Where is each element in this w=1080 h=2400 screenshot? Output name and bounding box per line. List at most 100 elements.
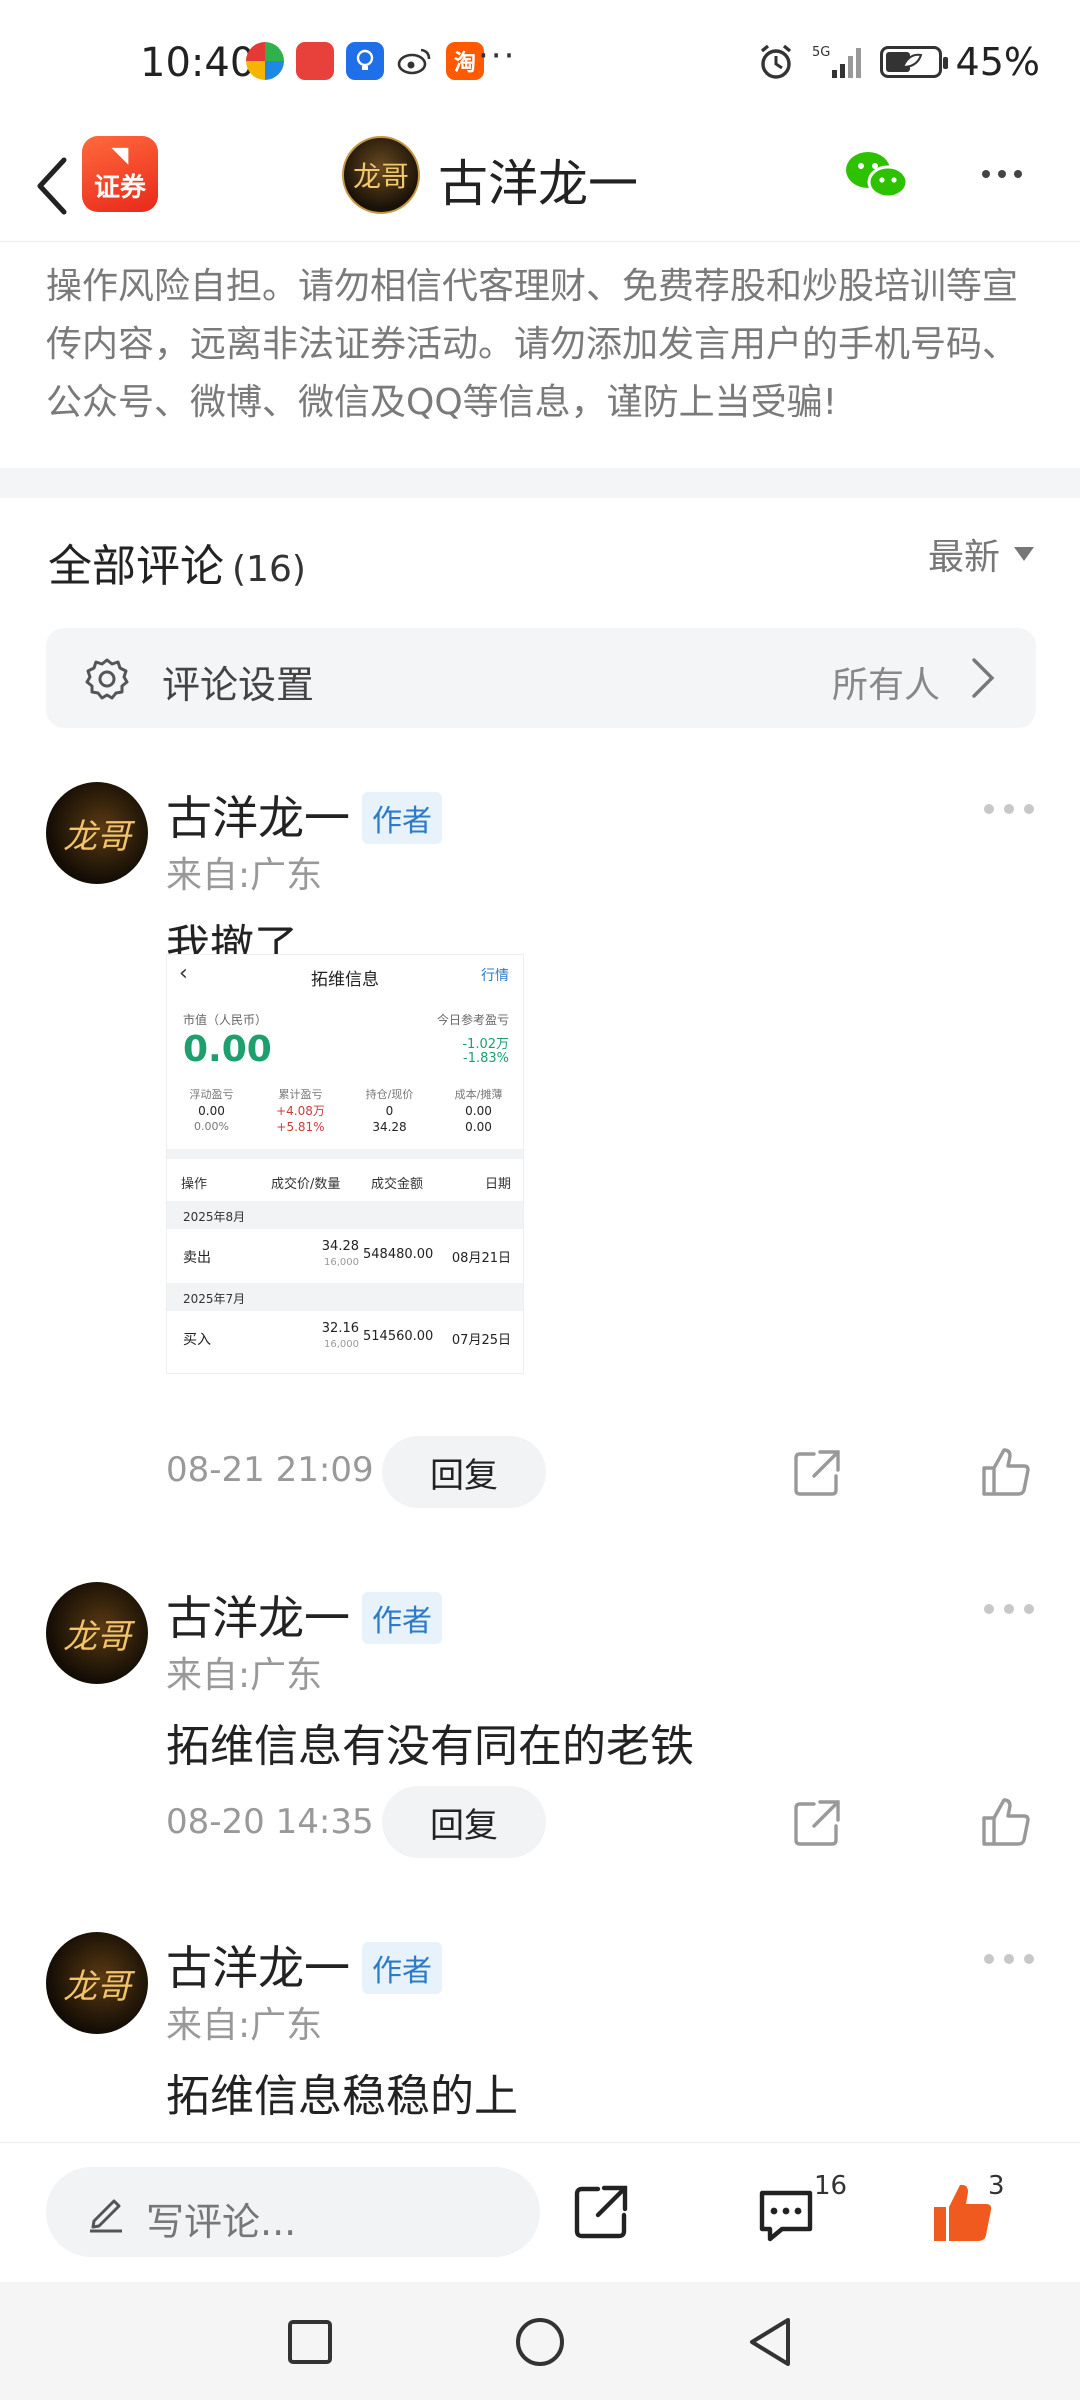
- brokerage-logo[interactable]: ◥ 证券: [82, 136, 158, 212]
- write-comment-placeholder: 写评论...: [146, 2200, 297, 2244]
- trade-price: 34.28: [321, 1239, 359, 1254]
- weibo-icon: [396, 42, 434, 80]
- stat-cell: 浮动盈亏 0.00 0.00%: [167, 1087, 256, 1135]
- comment-author[interactable]: 古洋龙一: [166, 1932, 350, 1998]
- comment-settings-bar[interactable]: 评论设置 所有人: [46, 628, 1036, 728]
- dot: [1004, 1604, 1014, 1614]
- ref-pnl-percent: -1.83%: [463, 1051, 509, 1066]
- comment-count: 16: [814, 2171, 848, 2201]
- stat-sub: 0.00: [465, 1120, 492, 1134]
- thumbs-up-icon[interactable]: [978, 1794, 1034, 1850]
- share-icon[interactable]: [790, 1796, 844, 1850]
- dot: [1024, 1954, 1034, 1964]
- signal-icon: 5G: [812, 45, 861, 78]
- home-button[interactable]: [510, 2312, 570, 2372]
- position-stats: 浮动盈亏 0.00 0.00% 累计盈亏 +4.08万 +5.81% 持仓/现价…: [167, 1087, 523, 1135]
- dot: [1004, 804, 1014, 814]
- stat-value: +4.08万: [276, 1104, 325, 1118]
- thumbs-up-icon[interactable]: [978, 1444, 1034, 1500]
- stat-sub: 0.00%: [194, 1120, 229, 1133]
- huawei-app-icon: [296, 42, 334, 80]
- logo-text: 证券: [93, 172, 146, 203]
- col-price-qty: 成交价/数量: [271, 1177, 341, 1192]
- stat-label: 浮动盈亏: [189, 1088, 234, 1101]
- comments-title: 全部评论 (16): [48, 530, 306, 594]
- dot: [984, 1604, 994, 1614]
- col-date: 日期: [484, 1177, 511, 1192]
- comment-location: 来自:广东: [166, 1655, 323, 1696]
- trade-amount: 514560.00: [363, 1329, 434, 1344]
- dot: [998, 170, 1006, 178]
- page-title[interactable]: 古洋龙一: [438, 144, 638, 216]
- more-options-button[interactable]: [972, 154, 1032, 194]
- write-comment-input[interactable]: 写评论...: [46, 2167, 540, 2257]
- market-value-label: 市值（人民币）: [183, 1013, 268, 1027]
- stat-cell: 累计盈亏 +4.08万 +5.81%: [256, 1087, 345, 1135]
- trade-price: 32.16: [321, 1321, 359, 1336]
- dot: [1024, 1604, 1034, 1614]
- comment-more-button[interactable]: [984, 1954, 1034, 1964]
- avatar[interactable]: 龙哥: [46, 1582, 148, 1684]
- trade-row: 卖出 34.28 16,000 548480.00 08月21日: [167, 1231, 523, 1281]
- back-nav-button[interactable]: [740, 2312, 800, 2372]
- caret-down-icon: [1014, 547, 1034, 561]
- comment-time: 08-20 14:35: [166, 1802, 374, 1842]
- ref-pnl-value: -1.02万: [462, 1037, 509, 1052]
- notification-more: ···: [478, 36, 517, 76]
- stat-label: 成本/摊薄: [454, 1088, 503, 1101]
- reply-button[interactable]: 回复: [382, 1436, 546, 1508]
- wechat-share-button[interactable]: [842, 146, 912, 206]
- stat-sub: +5.81%: [276, 1120, 325, 1134]
- notification-icons: 淘: [246, 42, 484, 80]
- comment-text: 拓维信息稳稳的上: [166, 2071, 518, 2122]
- battery-icon: [879, 46, 948, 78]
- alarm-icon: [760, 44, 791, 79]
- trade-amount: 548480.00: [363, 1247, 434, 1262]
- author-avatar[interactable]: 龙哥: [342, 136, 420, 214]
- trade-op: 买入: [183, 1332, 211, 1348]
- sort-label: 最新: [927, 537, 1000, 578]
- top-nav: ◥ 证券 龙哥 古洋龙一: [0, 130, 1080, 242]
- avatar[interactable]: 龙哥: [46, 782, 148, 884]
- comment-author[interactable]: 古洋龙一: [166, 1582, 350, 1648]
- share-icon[interactable]: [572, 2183, 630, 2241]
- trade-row: 买入 32.16 16,000 514560.00 07月25日: [167, 1313, 523, 1363]
- risk-disclaimer: 操作风险自担。请勿相信代客理财、免费荐股和炒股培训等宣传内容，远离非法证券活动。…: [0, 242, 1080, 468]
- app-notification-icon: [246, 42, 284, 80]
- dot: [1024, 804, 1034, 814]
- author-badge: 作者: [362, 792, 442, 844]
- status-right: 5G 45%: [756, 40, 1040, 84]
- comment-more-button[interactable]: [984, 1604, 1034, 1614]
- comment-icon[interactable]: [756, 2187, 816, 2243]
- comments-title-text: 全部评论: [48, 541, 224, 592]
- thumbs-up-filled-icon[interactable]: [930, 2181, 996, 2245]
- reply-button[interactable]: 回复: [382, 1786, 546, 1858]
- logo-mark-icon: ◥: [111, 142, 129, 168]
- page: 10:40 淘 ··· 5G 45% ◥ 证券 龙哥 古洋龙一 操作风险自担。请…: [0, 0, 1080, 2400]
- comment-more-button[interactable]: [984, 804, 1034, 814]
- comment-time: 08-21 21:09: [166, 1450, 374, 1490]
- recent-apps-button[interactable]: [280, 2312, 340, 2372]
- sort-dropdown[interactable]: 最新: [928, 528, 1034, 580]
- image-gap: [167, 1149, 523, 1159]
- comment-location: 来自:广东: [166, 2005, 323, 2046]
- comment-image[interactable]: ‹ 拓维信息 行情 市值（人民币） 今日参考盈亏 0.00 -1.02万 -1.…: [166, 954, 524, 1374]
- system-nav-bar: [0, 2282, 1080, 2400]
- bulb-app-icon: [346, 42, 384, 80]
- comment-author[interactable]: 古洋龙一: [166, 782, 350, 848]
- share-icon[interactable]: [790, 1446, 844, 1500]
- stat-value: 0.00: [465, 1104, 492, 1118]
- pencil-icon: [90, 2199, 122, 2233]
- stat-label: 累计盈亏: [278, 1088, 323, 1101]
- stat-value: 0: [385, 1104, 394, 1118]
- image-topbar: ‹ 拓维信息 行情: [167, 955, 523, 993]
- trade-qty: 16,000: [324, 1339, 359, 1350]
- avatar[interactable]: 龙哥: [46, 1932, 148, 2034]
- image-title: 拓维信息: [311, 970, 379, 990]
- trade-op: 卖出: [183, 1250, 211, 1266]
- dot: [984, 1954, 994, 1964]
- comment-item: 龙哥 古洋龙一 作者 来自:广东 拓维信息稳稳的上: [0, 1932, 1080, 2142]
- settings-label: 评论设置: [162, 663, 315, 707]
- back-button[interactable]: [22, 148, 82, 224]
- stat-cell: 成本/摊薄 0.00 0.00: [434, 1087, 523, 1135]
